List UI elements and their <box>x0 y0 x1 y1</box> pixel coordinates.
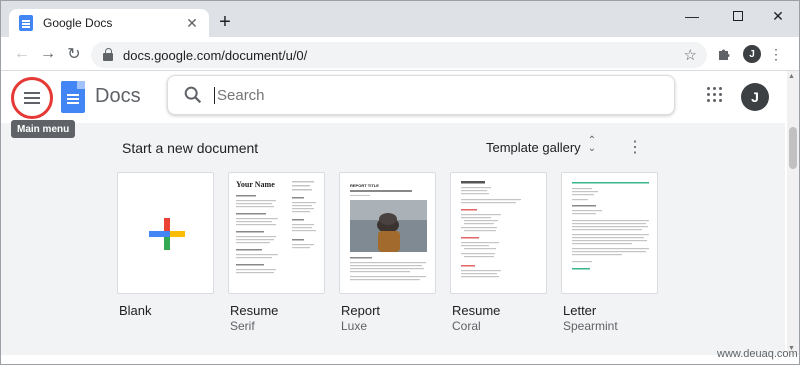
plus-icon <box>149 218 185 250</box>
url-text: docs.google.com/document/u/0/ <box>123 47 308 63</box>
docs-logo-icon[interactable] <box>61 81 85 113</box>
report-title-text: REPORT TITLE <box>350 183 379 188</box>
watermark-text: www.deuaq.com <box>717 348 798 360</box>
hamburger-icon <box>24 97 40 99</box>
app-name[interactable]: Docs <box>95 85 141 108</box>
template-style-coral: Coral <box>452 319 481 333</box>
template-style-spearmint: Spearmint <box>563 319 618 333</box>
template-name-resume-serif: Resume <box>230 303 279 318</box>
tab-strip: Google Docs ✕ + — ✕ <box>1 1 799 37</box>
docs-header: Docs J <box>1 71 787 123</box>
section-title: Start a new document <box>122 140 259 156</box>
main-menu-tooltip: Main menu <box>11 120 76 138</box>
profile-avatar[interactable]: J <box>743 45 761 63</box>
template-name-resume-coral: Resume <box>452 303 501 318</box>
extensions-puzzle-icon[interactable] <box>715 45 733 63</box>
template-card-report-luxe[interactable]: REPORT TITLE <box>339 172 436 294</box>
address-bar[interactable]: docs.google.com/document/u/0/ ☆ <box>91 42 707 68</box>
browser-menu-icon[interactable]: ⋮ <box>769 45 783 63</box>
more-options-icon[interactable]: ⋮ <box>627 137 643 157</box>
google-apps-icon[interactable] <box>707 87 723 103</box>
template-name-letter: Letter <box>563 303 597 318</box>
minimize-icon[interactable]: — <box>677 5 707 27</box>
search-input[interactable] <box>214 86 634 104</box>
template-card-resume-serif[interactable]: Your Name <box>228 172 325 294</box>
template-card-blank[interactable] <box>117 172 214 294</box>
scrollbar-thumb[interactable] <box>789 127 797 169</box>
main-menu-button[interactable] <box>11 77 53 119</box>
template-style-luxe: Luxe <box>341 319 368 333</box>
template-name-blank: Blank <box>119 303 152 318</box>
resume-serif-preview: Your Name <box>236 180 316 274</box>
lock-icon <box>103 48 113 61</box>
template-card-letter-spearmint[interactable] <box>561 172 658 294</box>
reload-icon[interactable]: ↻ <box>63 43 85 65</box>
back-arrow-icon[interactable]: ← <box>11 43 33 65</box>
browser-window: Google Docs ✕ + — ✕ ← → ↻ docs.google.co… <box>0 0 800 365</box>
template-section: Start a new document Template gallery ⌃ ⌄… <box>1 123 785 355</box>
new-tab-button[interactable]: + <box>215 12 235 33</box>
docs-favicon-icon <box>19 15 33 31</box>
browser-toolbar: ← → ↻ docs.google.com/document/u/0/ ☆ J … <box>1 37 799 71</box>
maximize-icon[interactable] <box>723 5 753 27</box>
report-luxe-preview: REPORT TITLE <box>350 183 427 281</box>
scroll-up-arrow-icon[interactable]: ▲ <box>788 73 795 80</box>
template-style-serif: Serif <box>230 319 255 333</box>
unfold-arrows-icon[interactable]: ⌃ ⌄ <box>586 136 598 157</box>
close-tab-icon[interactable]: ✕ <box>183 14 201 32</box>
bookmark-star-icon[interactable]: ☆ <box>684 46 697 64</box>
template-name-report: Report <box>341 303 381 318</box>
template-card-resume-coral[interactable] <box>450 172 547 294</box>
window-close-icon[interactable]: ✕ <box>763 5 793 27</box>
template-gallery-button[interactable]: Template gallery <box>486 140 581 155</box>
account-avatar[interactable]: J <box>741 83 769 111</box>
forward-arrow-icon[interactable]: → <box>37 43 59 65</box>
page-scrollbar[interactable] <box>787 71 799 355</box>
tab-google-docs[interactable]: Google Docs ✕ <box>9 9 209 37</box>
tab-title: Google Docs <box>43 16 113 30</box>
resume-name-text: Your Name <box>236 180 275 189</box>
resume-coral-preview <box>461 181 521 278</box>
search-box[interactable] <box>167 75 675 115</box>
letter-spearmint-preview <box>572 182 649 270</box>
search-icon <box>184 86 202 104</box>
